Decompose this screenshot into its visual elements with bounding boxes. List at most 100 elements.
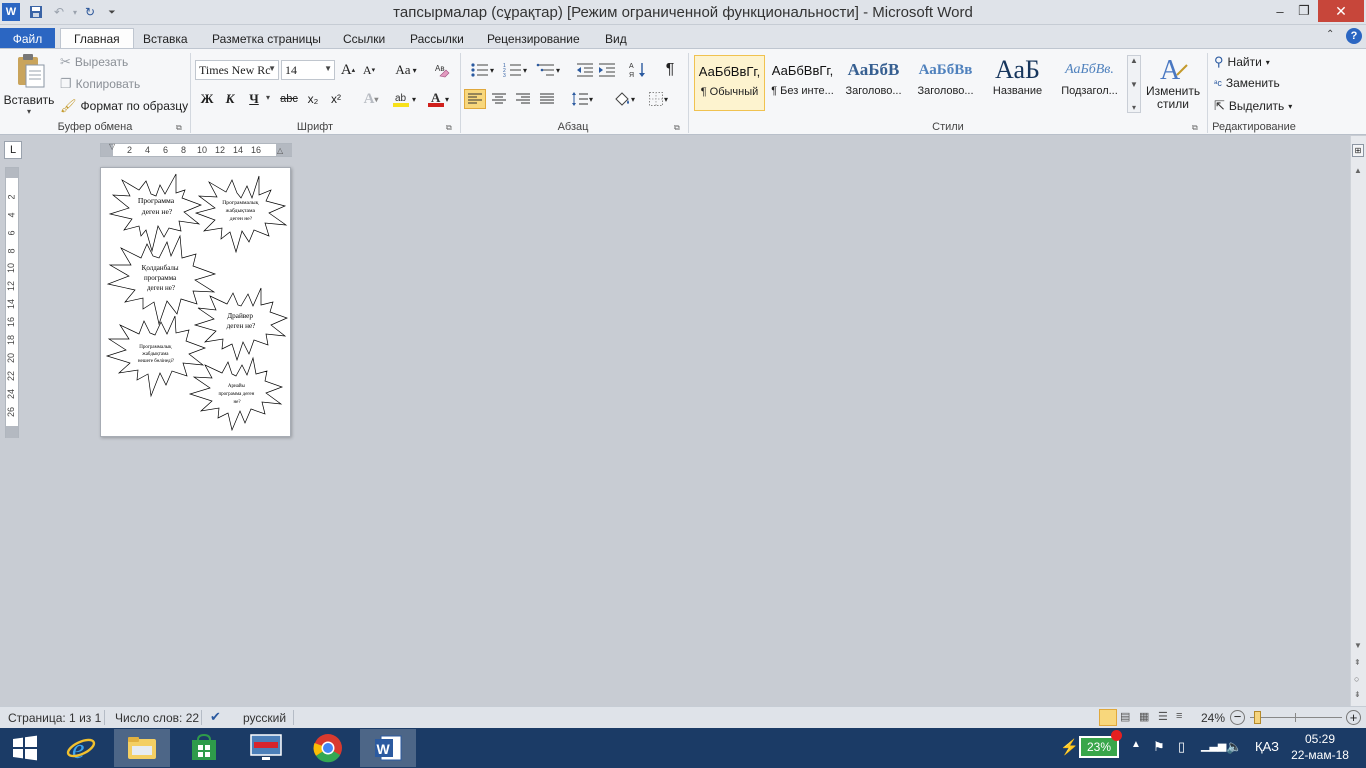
select-browse-object-icon[interactable]: ○ [1354,674,1359,684]
tab-insert[interactable]: Вставка [130,28,201,49]
start-button[interactable] [0,729,50,767]
style-title[interactable]: АаБ Название [982,55,1053,111]
zoom-slider[interactable] [1250,717,1342,718]
input-language[interactable]: ҚАЗ [1255,739,1279,754]
underline-button[interactable]: Ч [245,89,263,109]
word-taskbar-button[interactable]: W [360,729,416,767]
burst-shape[interactable]: Драйвер деген не? [193,287,288,362]
device-icon[interactable]: ▯ [1178,739,1185,755]
next-page-icon[interactable]: ⇟ [1354,690,1361,699]
language-indicator[interactable]: русский [243,711,286,725]
show-formatting-button[interactable]: ¶ [660,60,680,80]
decrease-indent-button[interactable] [575,60,595,80]
cut-button[interactable]: ✂ Вырезать [60,54,128,70]
font-color-button[interactable]: A ▾ [424,89,452,109]
full-screen-reading-icon[interactable]: ▤ [1120,710,1130,723]
right-indent-marker[interactable]: △ [277,146,283,155]
bold-button[interactable]: Ж [198,89,216,109]
replace-button[interactable]: ᵃc Заменить [1214,76,1280,90]
clear-formatting-button[interactable]: Ав [433,60,453,80]
proofing-icon[interactable]: ✔ [210,709,221,725]
chrome-button[interactable] [300,729,356,767]
flag-icon[interactable]: ⚑ [1153,739,1165,755]
numbering-button[interactable]: 1 2 3 ▾ [500,60,530,80]
clock[interactable]: 05:29 22-мам-18 [1289,731,1351,763]
tab-home[interactable]: Главная [60,28,134,49]
paragraph-launcher-icon[interactable]: ⧉ [674,123,680,133]
document-page[interactable]: Программа деген не? Программалық жабдықт… [100,167,291,437]
text-effects-button[interactable]: A ▾ [359,89,383,109]
outline-view-icon[interactable]: ☰ [1158,710,1168,723]
change-styles-button[interactable]: A Изменить стили [1146,53,1200,119]
font-name-combo[interactable]: Times New Rc ▼ [195,60,279,80]
store-button[interactable] [176,729,232,767]
tab-view[interactable]: Вид [592,28,640,49]
burst-shape[interactable]: Арнайы программа деген не? [188,356,284,432]
lenovo-button[interactable] [238,729,294,767]
previous-page-icon[interactable]: ⇞ [1354,658,1361,667]
minimize-ribbon-icon[interactable]: ⌃ [1326,29,1334,40]
strikethrough-button[interactable]: abc [277,89,301,109]
style-normal[interactable]: АаБбВвГг, ¶ Обычный [694,55,765,111]
tab-mailings[interactable]: Рассылки [397,28,477,49]
paste-button[interactable]: Вставить ▾ [4,53,54,119]
burst-shape[interactable]: Программа деген не? [108,173,202,253]
chevron-up-icon[interactable]: ▲ [1130,56,1138,65]
change-case-button[interactable]: Aa ▾ [392,60,420,80]
show-hidden-icons[interactable]: ▲ [1131,739,1141,750]
grow-font-button[interactable]: A ▴ [339,60,357,80]
italic-button[interactable]: К [221,89,239,109]
burst-shape[interactable]: Программалық жабдықтама деген не? [194,175,288,254]
vertical-ruler[interactable]: 2 4 6 8 10 12 14 16 18 20 22 24 26 [5,167,19,438]
find-button[interactable]: ⚲ Найти ▾ [1214,54,1270,70]
style-heading-1[interactable]: АаБбВ Заголово... [838,55,909,111]
help-icon[interactable]: ? [1346,28,1362,44]
draft-view-icon[interactable]: ≡ [1176,710,1182,722]
align-right-button[interactable] [512,89,534,109]
format-painter-button[interactable]: 🖌 Формат по образцу [60,98,188,114]
volume-icon[interactable]: 🔈 [1226,739,1242,755]
scroll-up-arrow[interactable]: ▲ [1354,166,1362,175]
print-layout-view-button[interactable] [1099,709,1117,726]
zoom-slider-thumb[interactable] [1254,711,1261,724]
tab-review[interactable]: Рецензирование [474,28,593,49]
signal-icon[interactable]: ▁▃▅ [1201,739,1226,752]
tab-selector-icon[interactable]: L [4,141,22,159]
scroll-down-arrow[interactable]: ▼ [1354,641,1362,650]
zoom-in-icon[interactable]: + [1346,710,1361,725]
line-spacing-button[interactable]: ▾ [568,89,596,109]
sort-button[interactable]: АЯ [628,60,648,80]
zoom-level[interactable]: 24% [1201,711,1225,725]
font-launcher-icon[interactable]: ⧉ [446,123,452,133]
burst-shape[interactable]: Қолданбалы программа деген не? [106,234,217,326]
tab-file[interactable]: Файл [0,28,55,49]
underline-dropdown-icon[interactable]: ▾ [266,93,270,102]
style-heading-2[interactable]: АаБбВв Заголово... [910,55,981,111]
power-plug-icon[interactable]: ⚡ [1060,738,1079,756]
font-size-combo[interactable]: 14 ▼ [281,60,335,80]
style-subtitle[interactable]: АаБбВв. Подзагол... [1054,55,1125,111]
align-left-button[interactable] [464,89,486,109]
burst-shape[interactable]: Программалық жабдықтама нешеге бөлінеді? [105,315,207,398]
shading-button[interactable]: ▾ [610,89,638,109]
file-explorer-button[interactable] [114,729,170,767]
tab-page-layout[interactable]: Разметка страницы [199,28,334,49]
shrink-font-button[interactable]: A ▾ [360,60,378,80]
chevron-down-icon[interactable]: ▼ [1130,80,1138,89]
web-layout-icon[interactable]: ▦ [1139,710,1149,723]
zoom-out-icon[interactable]: − [1230,710,1245,725]
tab-references[interactable]: Ссылки [330,28,398,49]
align-center-button[interactable] [488,89,510,109]
restore-button[interactable]: ❐ [1288,0,1320,22]
bullets-button[interactable]: ▾ [467,60,497,80]
close-button[interactable]: ✕ [1318,0,1364,22]
internet-explorer-button[interactable]: e [53,729,109,767]
horizontal-ruler[interactable]: ▽ △ 2 4 6 8 10 12 14 16 [100,142,292,157]
select-button[interactable]: ⇱ Выделить ▾ [1214,98,1292,114]
paste-dropdown-icon[interactable]: ▾ [27,107,31,116]
increase-indent-button[interactable] [597,60,617,80]
borders-button[interactable]: ▾ [644,89,672,109]
word-count[interactable]: Число слов: 22 [115,711,199,725]
superscript-button[interactable]: x² [327,89,345,109]
more-styles-icon[interactable]: ▾ [1132,103,1136,112]
